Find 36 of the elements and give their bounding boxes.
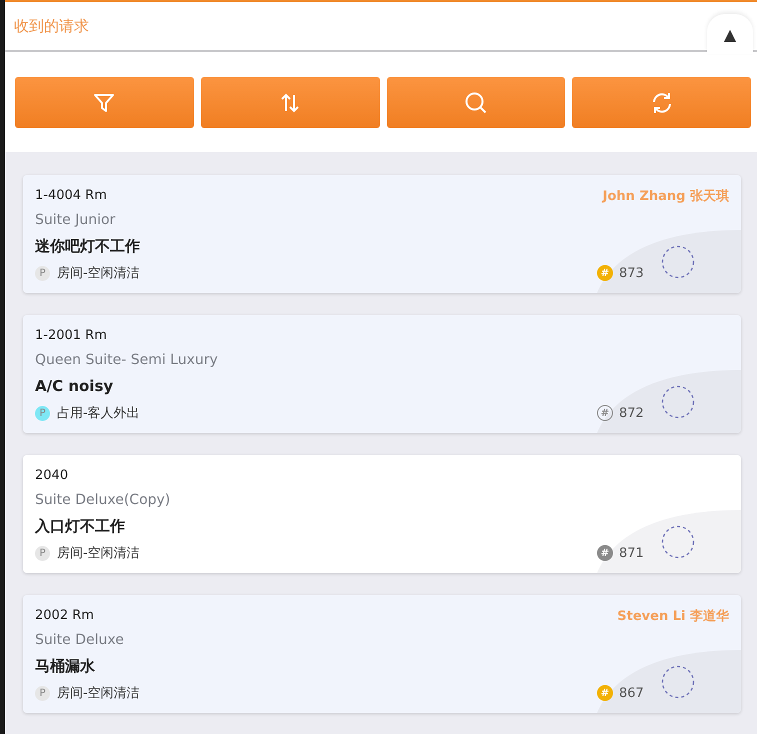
dashed-circle-icon bbox=[661, 525, 695, 559]
search-icon bbox=[464, 90, 488, 114]
room-status: 房间-空闲清洁 bbox=[57, 265, 140, 282]
room-type: Suite Junior bbox=[35, 212, 116, 230]
dashed-circle-icon bbox=[661, 665, 695, 699]
room-type: Suite Deluxe bbox=[35, 632, 125, 650]
room-number: 2040 bbox=[35, 467, 68, 485]
request-number: 872 bbox=[619, 406, 645, 420]
assignee-name: Steven Li 李道华 bbox=[617, 608, 729, 625]
room-number: 2002 Rm bbox=[35, 607, 94, 625]
request-number: 867 bbox=[619, 686, 645, 700]
assignee-name: John Zhang 张天琪 bbox=[602, 188, 729, 205]
collapse-button[interactable]: ▲ bbox=[707, 14, 753, 54]
refresh-button[interactable] bbox=[572, 77, 751, 128]
room-status: 房间-空闲清洁 bbox=[57, 685, 140, 702]
room-type: Suite Deluxe(Copy) bbox=[35, 492, 172, 510]
sort-icon bbox=[280, 92, 300, 114]
page-title: 收到的请求 bbox=[14, 16, 89, 36]
request-number: 871 bbox=[619, 546, 645, 560]
hash-badge: # bbox=[597, 405, 613, 421]
dashed-circle-icon bbox=[661, 385, 695, 419]
request-title: 马桶漏水 bbox=[35, 657, 96, 677]
room-number: 1-4004 Rm bbox=[35, 187, 107, 205]
room-number: 1-2001 Rm bbox=[35, 327, 107, 345]
filter-button[interactable] bbox=[15, 77, 194, 128]
room-type: Queen Suite- Semi Luxury bbox=[35, 352, 219, 370]
request-title: 入口灯不工作 bbox=[35, 517, 126, 537]
room-status: 房间-空闲清洁 bbox=[57, 545, 140, 562]
sort-button[interactable] bbox=[200, 77, 380, 128]
room-status: 占用-客人外出 bbox=[57, 405, 140, 422]
dashed-circle-icon bbox=[661, 245, 695, 279]
request-title: A/C noisy bbox=[35, 377, 114, 397]
search-button[interactable] bbox=[386, 77, 566, 128]
request-title: 迷你吧灯不工作 bbox=[35, 237, 141, 257]
request-number: 873 bbox=[619, 266, 645, 280]
filter-icon bbox=[93, 92, 116, 114]
